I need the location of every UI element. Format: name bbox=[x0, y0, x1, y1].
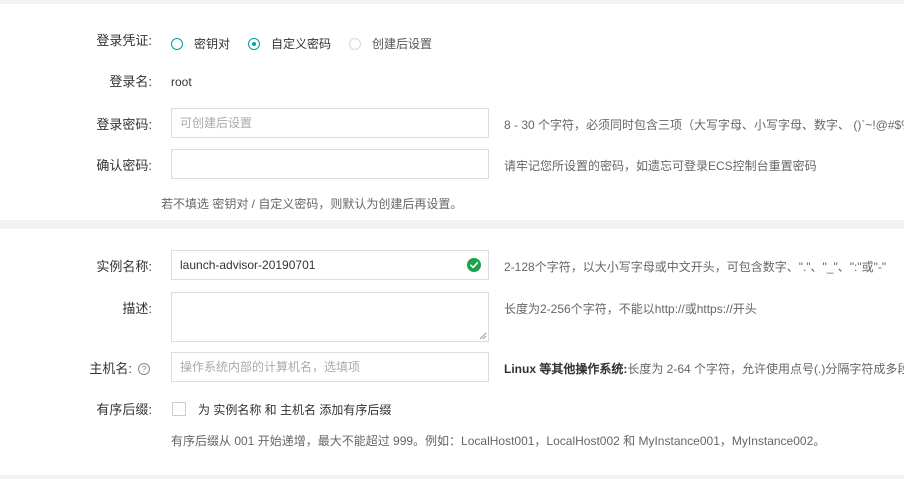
resize-handle-icon[interactable] bbox=[479, 332, 487, 340]
instance-name-label: 实例名称: bbox=[96, 259, 152, 274]
radio-keypair-label: 密钥对 bbox=[194, 37, 231, 51]
description-label: 描述: bbox=[122, 301, 152, 316]
hostname-label: 主机名: bbox=[89, 361, 132, 376]
username-value: root bbox=[171, 75, 192, 89]
help-icon[interactable]: ? bbox=[138, 363, 150, 375]
password-input[interactable]: 可创建后设置 bbox=[171, 108, 489, 138]
valid-check-icon bbox=[467, 258, 481, 272]
hostname-hint-text: 长度为 2-64 个字符，允许使用点号(.)分隔字符成多段 bbox=[627, 362, 904, 376]
radio-custom-password-circle[interactable] bbox=[248, 37, 260, 50]
radio-keypair-circle[interactable] bbox=[171, 37, 183, 50]
description-textarea[interactable] bbox=[171, 292, 489, 342]
confirm-password-label: 确认密码: bbox=[96, 158, 152, 173]
password-hint: 8 - 30 个字符，必须同时包含三项（大写字母、小写字母、数字、 ()`~!@… bbox=[504, 118, 904, 132]
instance-name-hint: 2-128个字符，以大小写字母或中文开头，可包含数字、"."、"_"、":"或"… bbox=[504, 260, 887, 274]
description-hint: 长度为2-256个字符，不能以http://或https://开头 bbox=[504, 302, 757, 316]
credential-label: 登录凭证: bbox=[96, 33, 152, 48]
login-credentials-panel: 登录凭证: 密钥对 自定义密码 创建后设置 登录名: root 登录密码: 可创… bbox=[0, 4, 904, 220]
credential-note: 若不填选 密钥对 / 自定义密码，则默认为创建后再设置。 bbox=[161, 197, 463, 211]
suffix-checkbox[interactable] bbox=[172, 402, 186, 416]
suffix-label: 有序后缀: bbox=[96, 402, 152, 417]
suffix-checkbox-label[interactable]: 为 实例名称 和 主机名 添加有序后缀 bbox=[198, 401, 391, 419]
suffix-note: 有序后缀从 001 开始递增，最大不能超过 999。例如：LocalHost00… bbox=[171, 434, 826, 448]
radio-keypair[interactable]: 密钥对 bbox=[171, 35, 230, 52]
radio-custom-password[interactable]: 自定义密码 bbox=[248, 35, 331, 52]
password-label: 登录密码: bbox=[96, 117, 152, 132]
username-label: 登录名: bbox=[109, 74, 152, 89]
radio-set-after-create[interactable]: 创建后设置 bbox=[349, 35, 432, 52]
radio-set-after-create-label: 创建后设置 bbox=[372, 37, 433, 51]
instance-name-value: launch-advisor-20190701 bbox=[180, 258, 316, 272]
hostname-input[interactable]: 操作系统内部的计算机名，选填项 bbox=[171, 352, 489, 382]
confirm-password-hint: 请牢记您所设置的密码，如遗忘可登录ECS控制台重置密码 bbox=[504, 159, 817, 173]
hostname-hint-os: Linux 等其他操作系统: bbox=[504, 362, 628, 376]
radio-custom-password-label: 自定义密码 bbox=[271, 37, 332, 51]
hostname-placeholder: 操作系统内部的计算机名，选填项 bbox=[180, 360, 361, 374]
password-placeholder: 可创建后设置 bbox=[180, 116, 253, 130]
radio-set-after-create-circle[interactable] bbox=[349, 37, 361, 50]
instance-settings-panel: 实例名称: launch-advisor-20190701 2-128个字符，以… bbox=[0, 229, 904, 475]
hostname-hint: Linux 等其他操作系统:长度为 2-64 个字符，允许使用点号(.)分隔字符… bbox=[504, 360, 904, 378]
confirm-password-input[interactable] bbox=[171, 149, 489, 179]
instance-name-input[interactable]: launch-advisor-20190701 bbox=[171, 250, 489, 280]
